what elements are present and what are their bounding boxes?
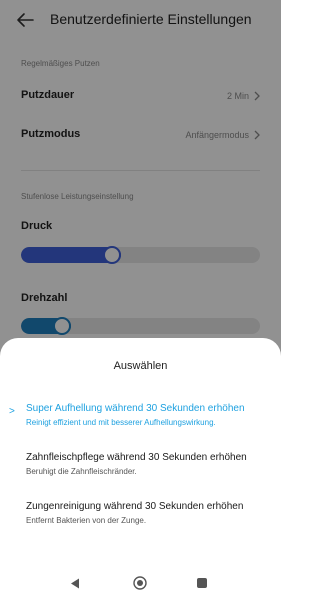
selected-marker-icon: > <box>9 406 15 417</box>
system-nav-bar <box>0 565 281 600</box>
sheet-title: Auswählen <box>113 360 168 372</box>
option-title: Zahnfleischpflege während 30 Sekunden er… <box>26 452 247 463</box>
option-subtitle: Entfernt Bakterien von der Zunge. <box>26 516 147 525</box>
option-tongue-cleaning[interactable]: Zungenreinigung während 30 Sekunden erhö… <box>0 497 281 541</box>
option-super-whitening[interactable]: > Super Aufhellung während 30 Sekunden e… <box>0 398 281 442</box>
option-subtitle: Beruhigt die Zahnfleischränder. <box>26 467 137 476</box>
nav-recents-icon[interactable] <box>197 578 207 588</box>
nav-home-icon[interactable] <box>133 576 147 590</box>
option-title: Super Aufhellung während 30 Sekunden erh… <box>26 403 245 414</box>
nav-back-icon[interactable] <box>70 578 80 589</box>
bottom-sheet: Auswählen > Super Aufhellung während 30 … <box>0 338 281 600</box>
option-title: Zungenreinigung während 30 Sekunden erhö… <box>26 501 244 512</box>
option-subtitle: Reinigt effizient und mit besserer Aufhe… <box>26 418 216 427</box>
option-gum-care[interactable]: Zahnfleischpflege während 30 Sekunden er… <box>0 448 281 492</box>
